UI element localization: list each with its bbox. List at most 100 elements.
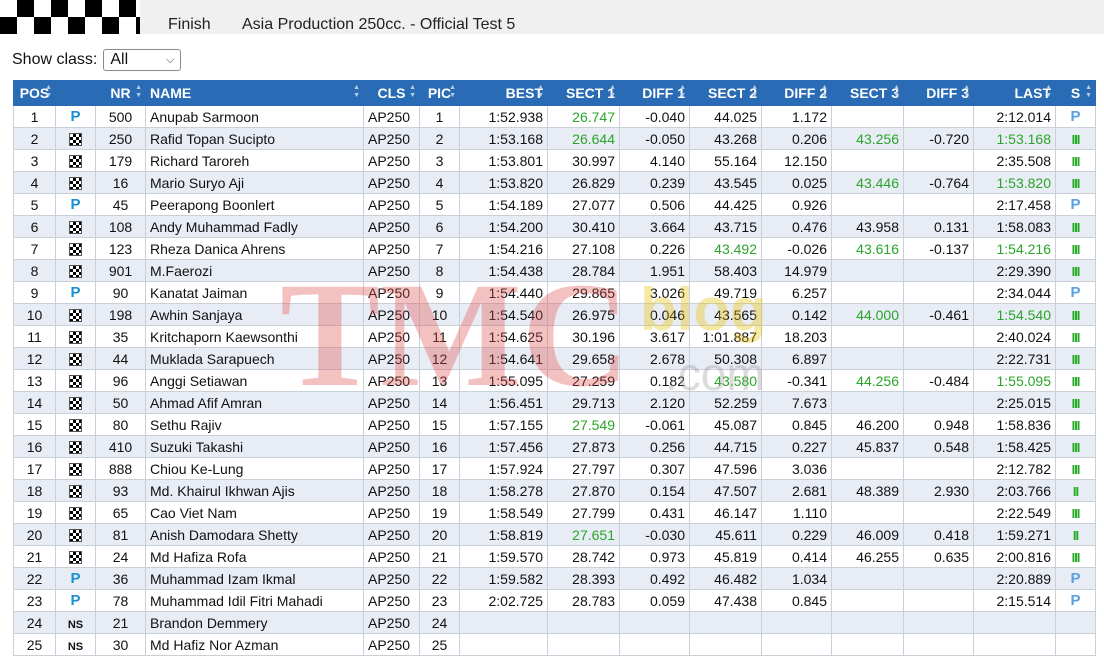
cell-d3 [903,149,974,172]
table-row[interactable]: 25 NS 30 Md Hafiz Nor Azman AP250 25 [13,633,1096,656]
cell-last: 1:58.083 [973,215,1056,238]
pit-status-icon: P [1070,284,1081,301]
table-row[interactable]: 8 901 M.Faerozi AP250 8 1:54.438 28.784 1.951 58… [13,259,1096,282]
cell-last: 2:15.514 [973,589,1056,612]
cell-last: 1:58.425 [973,435,1056,458]
cell-nr: 500 [95,105,146,128]
signal-bars-icon: III [1071,153,1081,169]
cell-d1: 0.256 [619,435,690,458]
signal-bars-icon: III [1071,263,1081,279]
col-header-sect-3[interactable]: SECT 3 ▲ ▼ [831,80,904,106]
col-header-nr[interactable]: NR ▲ ▼ [95,80,146,106]
table-row[interactable]: 20 81 Anish Damodara Shetty AP250 20 1:58.819… [13,523,1096,546]
cell-name: Muklada Sarapuech [145,347,364,370]
col-header-icon[interactable] [55,80,96,106]
cell-nr: 198 [95,303,146,326]
cell-s3: 43.446 [831,171,904,194]
table-row[interactable]: 9 P 90 Kanatat Jaiman AP250 9 1:54.440 29.865 3.… [13,281,1096,304]
cell-icon: NS [55,611,96,634]
cell-pos: 4 [13,171,56,194]
col-header-pos[interactable]: POS ▲ ▼ [13,80,56,106]
cell-s1: 29.658 [547,347,620,370]
table-row[interactable]: 7 123 Rheza Danica Ahrens AP250 7 1:54.216 27.… [13,237,1096,260]
cell-icon [55,369,96,392]
cell-pic: 6 [419,215,460,238]
col-header-last[interactable]: LAST ▲ ▼ [973,80,1056,106]
cell-icon [55,457,96,480]
col-header-label: NAME [150,85,192,101]
cell-last: 2:22.549 [973,501,1056,524]
col-header-pic[interactable]: PIC ▲ ▼ [419,80,460,106]
cell-st: III [1055,259,1096,282]
table-row[interactable]: 6 108 Andy Muhammad Fadly AP250 6 1:54.200 30.… [13,215,1096,238]
table-row[interactable]: 16 410 Suzuki Takashi AP250 16 1:57.456 27.873… [13,435,1096,458]
cell-pic: 19 [419,501,460,524]
cell-icon: P [55,589,96,612]
class-select[interactable]: All ⌵ [103,49,182,71]
col-header-sect-2[interactable]: SECT 2 ▲ ▼ [689,80,762,106]
table-row[interactable]: 11 35 Kritchaporn Kaewsonthi AP250 11 1:54.62… [13,325,1096,348]
table-row[interactable]: 10 198 Awhin Sanjaya AP250 10 1:54.540 26.975 0… [13,303,1096,326]
cell-cls: AP250 [363,281,420,304]
table-row[interactable]: 3 179 Richard Taroreh AP250 3 1:53.801 30.997 4… [13,149,1096,172]
cell-nr: 80 [95,413,146,436]
col-header-s[interactable]: S ▲ ▼ [1055,80,1096,106]
cell-s2: 43.565 [689,303,762,326]
table-row[interactable]: 2 250 Rafid Topan Sucipto AP250 2 1:53.168 26.… [13,127,1096,150]
col-header-diff-3[interactable]: DIFF 3 ▲ ▼ [903,80,974,106]
table-row[interactable]: 21 24 Md Hafiza Rofa AP250 21 1:59.570 28.742 0… [13,545,1096,568]
cell-s3: 46.200 [831,413,904,436]
table-row[interactable]: 15 80 Sethu Rajiv AP250 15 1:57.155 27.549 -0.0… [13,413,1096,436]
table-row[interactable]: 1 P 500 Anupab Sarmoon AP250 1 1:52.938 26.747-… [13,105,1096,128]
cell-s3 [831,259,904,282]
table-row[interactable]: 12 44 Muklada Sarapuech AP250 12 1:54.641 29.6… [13,347,1096,370]
table-row[interactable]: 18 93 Md. Khairul Ikhwan Ajis AP250 18 1:58.2… [13,479,1096,502]
cell-pic: 13 [419,369,460,392]
cell-d2: 0.926 [761,193,832,216]
cell-s2: 58.403 [689,259,762,282]
col-header-name[interactable]: NAME ▲ ▼ [145,80,364,106]
cell-pos: 20 [13,523,56,546]
cell-pic: 12 [419,347,460,370]
col-header-diff-2[interactable]: DIFF 2 ▲ ▼ [761,80,832,106]
cell-s1: 26.747 [547,105,620,128]
table-row[interactable]: 14 50 Ahmad Afif Amran AP250 14 1:56.451 29.71… [13,391,1096,414]
cell-d2: 1.034 [761,567,832,590]
cell-icon [55,347,96,370]
col-header-diff-1[interactable]: DIFF 1 ▲ ▼ [619,80,690,106]
cell-best: 1:58.549 [459,501,548,524]
cell-pos: 24 [13,611,56,634]
table-row[interactable]: 5 P 45 Peerapong Boonlert AP250 5 1:54.189 27.0… [13,193,1096,216]
cell-d1 [619,611,690,634]
table-row[interactable]: 17 888 Chiou Ke-Lung AP250 17 1:57.924 27.797 0… [13,457,1096,480]
table-row[interactable]: 4 16 Mario Suryo Aji AP250 4 1:53.820 26.829 0.… [13,171,1096,194]
cell-d3: 0.548 [903,435,974,458]
cell-cls: AP250 [363,259,420,282]
cell-name: Muhammad Idil Fitri Mahadi [145,589,364,612]
cell-best: 1:59.570 [459,545,548,568]
table-row[interactable]: 22 P 36 Muhammad Izam Ikmal AP250 22 1:59.582 2… [13,567,1096,590]
col-header-cls[interactable]: CLS ▲ ▼ [363,80,420,106]
checkered-flag-icon [69,529,82,543]
cell-pic: 7 [419,237,460,260]
cell-s2: 55.164 [689,149,762,172]
col-header-sect-1[interactable]: SECT 1 ▲ ▼ [547,80,620,106]
cell-d2: -0.341 [761,369,832,392]
cell-d3: -0.720 [903,127,974,150]
cell-d3 [903,457,974,480]
checkered-flag-icon [69,441,82,455]
cell-d1: 0.046 [619,303,690,326]
cell-best: 1:53.820 [459,171,548,194]
col-header-best[interactable]: BEST ▲ ▼ [459,80,548,106]
cell-st: P [1055,589,1096,612]
table-row[interactable]: 23 P 78 Muhammad Idil Fitri Mahadi AP250 23 2:… [13,589,1096,612]
sort-icon: ▲ ▼ [449,84,456,99]
cell-s3 [831,347,904,370]
cell-pos: 23 [13,589,56,612]
table-row[interactable]: 13 96 Anggi Setiawan AP250 13 1:55.095 27.259 0… [13,369,1096,392]
table-row[interactable]: 19 65 Cao Viet Nam AP250 19 1:58.549 27.799 0.4… [13,501,1096,524]
cell-icon [55,237,96,260]
table-row[interactable]: 24 NS 21 Brandon Demmery AP250 24 [13,611,1096,634]
cell-s1: 30.997 [547,149,620,172]
cell-icon [55,435,96,458]
